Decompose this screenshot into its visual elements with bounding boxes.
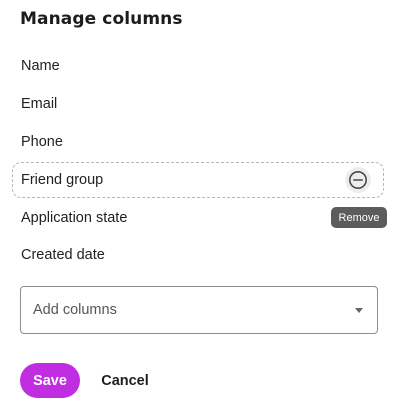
column-item-name[interactable]: Name (12, 48, 384, 84)
column-label: Friend group (21, 172, 104, 188)
remove-tooltip: Remove (331, 207, 387, 228)
cancel-button[interactable]: Cancel (96, 363, 154, 398)
column-label: Application state (21, 210, 128, 226)
column-item-application-state[interactable]: Application state (12, 200, 384, 236)
column-label: Phone (21, 134, 63, 150)
column-item-friend-group[interactable]: Friend group (12, 162, 384, 198)
column-label: Created date (21, 247, 105, 263)
column-item-created-date[interactable]: Created date (12, 237, 384, 273)
minus-circle-icon (349, 171, 367, 189)
remove-column-button[interactable] (345, 167, 371, 193)
column-item-phone[interactable]: Phone (12, 124, 384, 160)
add-columns-select[interactable]: Add columns (20, 286, 378, 334)
column-item-email[interactable]: Email (12, 86, 384, 122)
column-label: Email (21, 96, 58, 112)
chevron-down-icon (355, 308, 363, 313)
column-label: Name (21, 58, 60, 74)
add-columns-placeholder: Add columns (33, 302, 117, 318)
save-button[interactable]: Save (20, 363, 80, 398)
dialog-title: Manage columns (20, 9, 183, 29)
